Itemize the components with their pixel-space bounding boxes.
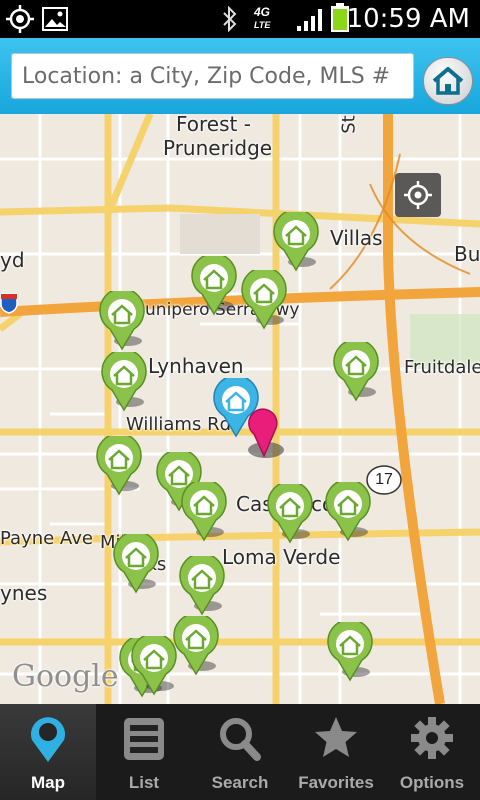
map-label-pruneridge: Pruneridge: [163, 136, 273, 160]
map-label-loma-verde: Loma Verde: [222, 545, 341, 569]
listing-pin[interactable]: [332, 342, 384, 402]
listing-pin[interactable]: [190, 256, 242, 316]
tab-label: Favorites: [298, 773, 374, 792]
signal-icon: [297, 9, 322, 31]
star-icon: [315, 717, 357, 757]
list-icon: [124, 718, 164, 760]
gps-icon: [6, 5, 34, 33]
tab-list[interactable]: List: [96, 704, 192, 800]
listing-pin[interactable]: [180, 482, 232, 542]
map-label-forest: Forest -: [176, 114, 251, 136]
map-label-bur: Bur: [454, 242, 480, 266]
listing-pin[interactable]: [98, 291, 150, 351]
network-type: 4G LTE: [254, 5, 271, 30]
listing-pin[interactable]: [130, 636, 182, 696]
listing-pin[interactable]: [240, 270, 292, 330]
gallery-icon: [42, 7, 68, 31]
crosshair-icon: [404, 181, 432, 209]
listing-pin[interactable]: [326, 622, 378, 682]
tab-map[interactable]: Map: [0, 704, 96, 800]
listing-pin[interactable]: [272, 212, 324, 272]
search-icon: [220, 718, 261, 761]
map-pin-icon: [31, 717, 65, 762]
listing-pin[interactable]: [324, 482, 376, 542]
map-label-villas: Villas: [330, 226, 383, 250]
tab-label: List: [128, 773, 160, 792]
listing-pin[interactable]: [178, 556, 230, 616]
map-label-ynes: ynes: [0, 581, 48, 605]
search-header: [0, 38, 480, 114]
my-location-button[interactable]: [395, 173, 441, 217]
listing-pin[interactable]: [112, 534, 164, 594]
tab-label: Options: [399, 773, 465, 792]
interstate-280-shield: [0, 293, 18, 314]
map-view[interactable]: 280 17 Forest - Pruneridge St Villas Bur…: [0, 114, 480, 704]
bottom-tab-bar: Map List Search Favorites Options: [0, 704, 480, 800]
status-bar: 4G LTE 10:59 AM: [0, 0, 480, 38]
clock: 10:59 AM: [346, 4, 470, 34]
listing-pin[interactable]: [266, 484, 318, 544]
tab-search[interactable]: Search: [192, 704, 288, 800]
tab-label: Map: [31, 773, 65, 792]
listing-pin[interactable]: [95, 436, 147, 496]
tab-label: Search: [211, 773, 269, 792]
tab-options[interactable]: Options: [384, 704, 480, 800]
map-label-fruitdale: Fruitdale: [404, 357, 480, 378]
map-label-st: St: [338, 115, 360, 134]
listing-pin[interactable]: [100, 352, 152, 412]
current-location-pin: [248, 408, 284, 458]
location-search-input[interactable]: [11, 53, 414, 99]
tab-favorites[interactable]: Favorites: [288, 704, 384, 800]
google-attribution: Google: [12, 659, 119, 694]
map-label-lynhaven: Lynhaven: [148, 354, 244, 378]
home-button[interactable]: [423, 57, 473, 105]
bluetooth-icon: [223, 6, 237, 32]
home-icon: [432, 67, 464, 95]
map-label-payne: Payne Ave: [0, 528, 93, 549]
map-label-yd: yd: [0, 248, 25, 272]
gear-icon: [411, 717, 453, 759]
